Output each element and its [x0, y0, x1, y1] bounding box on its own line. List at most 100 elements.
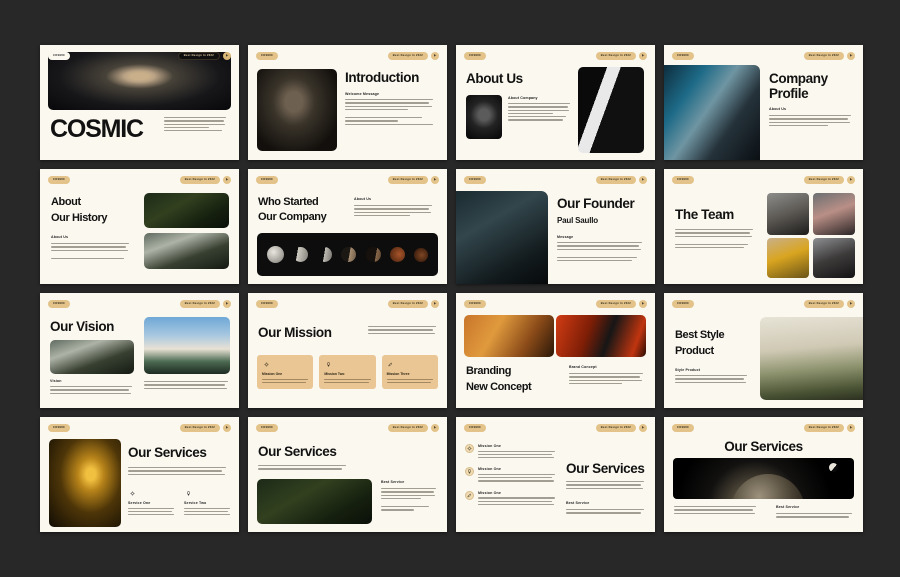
- cta-badge[interactable]: Best Design In 2022: [388, 424, 428, 432]
- send-icon[interactable]: [639, 52, 647, 60]
- slide-thumbnail-11[interactable]: COSMIC Best Design In 2022 Branding New …: [456, 293, 655, 408]
- body-copy-side: [381, 488, 436, 511]
- slide-thumbnail-4[interactable]: COSMIC Best Design In 2022 Company Profi…: [664, 45, 863, 160]
- service-item[interactable]: Service One: [128, 489, 174, 515]
- send-icon[interactable]: [847, 176, 855, 184]
- cta-badge[interactable]: Best Design In 2022: [596, 176, 636, 184]
- slide-thumbnail-12[interactable]: COSMIC Best Design In 2022 Best Style Pr…: [664, 293, 863, 408]
- slide-chrome: COSMIC Best Design In 2022: [48, 175, 231, 184]
- brand-badge: COSMIC: [464, 176, 486, 184]
- team-photo-2: [813, 193, 855, 235]
- rocket-icon: [387, 360, 395, 368]
- brand-badge: COSMIC: [256, 176, 278, 184]
- service-list: Service One Service Two: [128, 489, 230, 515]
- send-icon[interactable]: [639, 300, 647, 308]
- cta-badge[interactable]: Best Design In 2022: [180, 176, 220, 184]
- mission-item-title: Mission One: [478, 467, 555, 471]
- mission-card[interactable]: Mission One: [257, 355, 313, 389]
- slide-thumbnail-8[interactable]: COSMIC Best Design In 2022 The Team: [664, 169, 863, 284]
- service-title: Service One: [128, 501, 174, 505]
- body-copy-2: [566, 509, 644, 514]
- slide-thumbnail-14[interactable]: COSMIC Best Design In 2022 Our Services …: [248, 417, 447, 532]
- send-icon[interactable]: [223, 300, 231, 308]
- brand-badge: COSMIC: [256, 52, 278, 60]
- slide-chrome: COSMIC Best Design In 2022: [256, 175, 439, 184]
- slide-chrome: COSMIC Best Design In 2022: [48, 423, 231, 432]
- mission-card[interactable]: Mission Two: [319, 355, 375, 389]
- body-copy: [769, 115, 851, 126]
- slide-image-right: [144, 317, 230, 374]
- page-title-line2: Our History: [51, 212, 107, 224]
- page-title: Our Services: [128, 445, 207, 460]
- slide-chrome: COSMIC Best Design In 2022: [464, 423, 647, 432]
- cta-badge[interactable]: Best Design In 2022: [804, 300, 844, 308]
- slide-secondary-image: [466, 95, 502, 139]
- send-icon[interactable]: [847, 300, 855, 308]
- page-title: Our Services: [258, 444, 337, 459]
- slide-thumbnail-15[interactable]: COSMIC Best Design In 2022 Mission One: [456, 417, 655, 532]
- chrome-right-group: Best Design In 2022: [804, 300, 855, 308]
- page-title-line2: Product: [675, 345, 714, 357]
- cta-badge[interactable]: Best Design In 2022: [804, 176, 844, 184]
- send-icon[interactable]: [223, 424, 231, 432]
- brand-badge: COSMIC: [672, 300, 694, 308]
- send-icon[interactable]: [639, 424, 647, 432]
- cta-badge[interactable]: Best Design In 2022: [178, 52, 220, 60]
- body-copy: [569, 373, 643, 384]
- founder-name: Paul Saullo: [557, 216, 598, 225]
- send-icon[interactable]: [431, 424, 439, 432]
- cta-badge[interactable]: Best Design In 2022: [804, 424, 844, 432]
- body-copy-right: [144, 381, 228, 389]
- cta-badge[interactable]: Best Design In 2022: [388, 52, 428, 60]
- send-icon[interactable]: [431, 52, 439, 60]
- section-label: Best Service: [381, 480, 404, 484]
- cta-badge[interactable]: Best Design In 2022: [596, 424, 636, 432]
- mission-item[interactable]: Mission One: [465, 444, 555, 458]
- send-icon[interactable]: [431, 300, 439, 308]
- send-icon[interactable]: [223, 176, 231, 184]
- body-copy: [51, 243, 129, 259]
- slide-thumbnail-16[interactable]: COSMIC Best Design In 2022 Our Services …: [664, 417, 863, 532]
- send-icon[interactable]: [431, 176, 439, 184]
- slide-thumbnail-2[interactable]: COSMIC Best Design In 2022 Introduction …: [248, 45, 447, 160]
- section-label: Style Product: [675, 368, 700, 372]
- slide-thumbnail-13[interactable]: COSMIC Best Design In 2022 Our Services …: [40, 417, 239, 532]
- slide-chrome: COSMIC Best Design In 2022: [48, 51, 231, 60]
- slide-thumbnail-9[interactable]: COSMIC Best Design In 2022 Our Vision Vi…: [40, 293, 239, 408]
- slide-thumbnail-grid: COSMIC Best Design In 2022 COSMIC COSMIC…: [40, 45, 864, 533]
- cta-badge[interactable]: Best Design In 2022: [804, 52, 844, 60]
- mission-item[interactable]: Mission One: [465, 467, 555, 481]
- mission-card[interactable]: Mission Three: [382, 355, 438, 389]
- slide-thumbnail-1[interactable]: COSMIC Best Design In 2022 COSMIC: [40, 45, 239, 160]
- page-title: Our Vision: [50, 319, 114, 334]
- body-copy: [675, 229, 753, 248]
- send-icon[interactable]: [847, 52, 855, 60]
- slide-thumbnail-10[interactable]: COSMIC Best Design In 2022 Our Mission M…: [248, 293, 447, 408]
- bulb-icon: [324, 360, 332, 368]
- chrome-right-group: Best Design In 2022: [596, 176, 647, 184]
- send-icon[interactable]: [639, 176, 647, 184]
- service-item[interactable]: Service Two: [184, 489, 230, 515]
- cta-badge[interactable]: Best Design In 2022: [180, 300, 220, 308]
- chrome-right-group: Best Design In 2022: [178, 52, 231, 60]
- mission-item[interactable]: Mission One: [465, 491, 555, 505]
- cta-badge[interactable]: Best Design In 2022: [596, 300, 636, 308]
- cta-badge[interactable]: Best Design In 2022: [388, 300, 428, 308]
- slide-thumbnail-7[interactable]: COSMIC Best Design In 2022 Our Founder P…: [456, 169, 655, 284]
- page-title: About Us: [466, 71, 523, 86]
- slide-thumbnail-6[interactable]: COSMIC Best Design In 2022 Who Started O…: [248, 169, 447, 284]
- cta-badge[interactable]: Best Design In 2022: [180, 424, 220, 432]
- mission-item-list: Mission One Mission One Mission One: [465, 444, 555, 505]
- send-icon[interactable]: [223, 52, 231, 60]
- cta-badge[interactable]: Best Design In 2022: [388, 176, 428, 184]
- slide-thumbnail-5[interactable]: COSMIC Best Design In 2022 About Our His…: [40, 169, 239, 284]
- slide-chrome: COSMIC Best Design In 2022: [672, 423, 855, 432]
- chrome-right-group: Best Design In 2022: [596, 424, 647, 432]
- section-label: Message: [557, 235, 573, 239]
- chrome-right-group: Best Design In 2022: [388, 176, 439, 184]
- brand-badge: COSMIC: [464, 52, 486, 60]
- cta-badge[interactable]: Best Design In 2022: [596, 52, 636, 60]
- slide-thumbnail-3[interactable]: COSMIC Best Design In 2022 About Us Abou…: [456, 45, 655, 160]
- service-copy: [184, 508, 230, 516]
- send-icon[interactable]: [847, 424, 855, 432]
